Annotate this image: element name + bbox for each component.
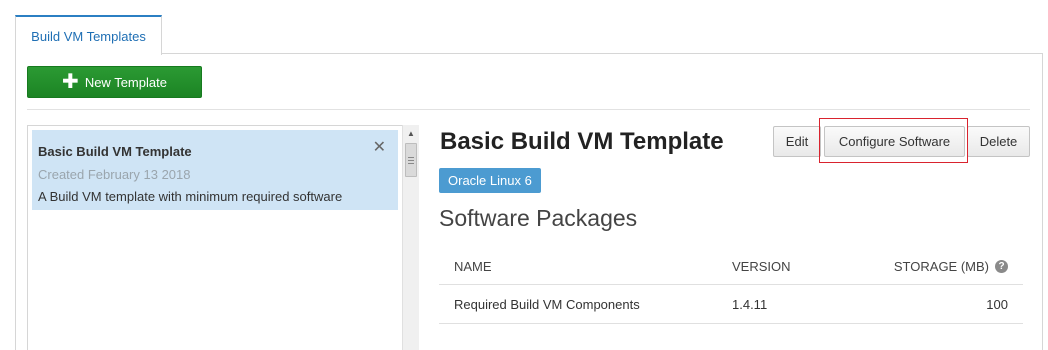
- template-item-created: Created February 13 2018: [38, 167, 191, 182]
- tab-label: Build VM Templates: [31, 28, 146, 44]
- configure-software-highlight: [819, 118, 968, 163]
- storage-header-label: STORAGE (MB): [893, 258, 989, 274]
- toolbar-divider: [27, 109, 1030, 110]
- package-version: 1.4.11: [732, 297, 768, 312]
- packages-table-header: NAME VERSION STORAGE (MB) ?: [439, 248, 1023, 285]
- scrollbar-thumb[interactable]: [405, 143, 417, 177]
- edit-button[interactable]: Edit: [773, 126, 821, 157]
- package-storage: 100: [986, 297, 1008, 312]
- tab-build-vm-templates[interactable]: Build VM Templates: [15, 15, 162, 55]
- help-icon[interactable]: ?: [995, 259, 1008, 273]
- table-row[interactable]: Required Build VM Components 1.4.11 100: [439, 286, 1023, 324]
- template-list: Basic Build VM Template Created February…: [27, 125, 402, 350]
- template-detail-title: Basic Build VM Template: [440, 128, 724, 155]
- template-item-description: A Build VM template with minimum require…: [38, 189, 343, 204]
- template-list-item[interactable]: Basic Build VM Template Created February…: [32, 130, 398, 210]
- scroll-up-icon[interactable]: ▲: [403, 127, 419, 139]
- column-header-storage[interactable]: STORAGE (MB) ?: [894, 248, 1008, 284]
- delete-button[interactable]: Delete: [967, 126, 1030, 157]
- column-header-name[interactable]: NAME: [454, 248, 492, 284]
- template-item-title: Basic Build VM Template: [38, 144, 192, 159]
- tab-strip: Build VM Templates: [0, 0, 1048, 55]
- software-packages-heading: Software Packages: [439, 205, 638, 231]
- package-name: Required Build VM Components: [454, 297, 640, 312]
- new-template-label: New Template: [84, 74, 167, 90]
- new-template-button[interactable]: ✚ New Template: [27, 66, 202, 98]
- close-icon[interactable]: ✕: [373, 140, 386, 156]
- os-badge: Oracle Linux 6: [439, 168, 541, 193]
- column-header-version[interactable]: VERSION: [732, 248, 791, 284]
- list-scrollbar[interactable]: ▲: [402, 125, 419, 350]
- plus-icon: ✚: [62, 71, 79, 93]
